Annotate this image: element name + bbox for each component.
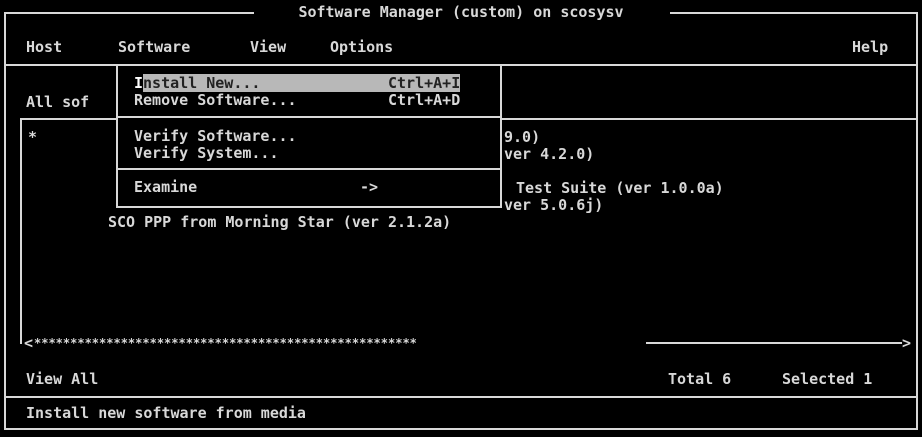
menu-separator: [118, 116, 500, 118]
frame-right: [916, 12, 918, 430]
menu-software[interactable]: Software: [118, 39, 190, 56]
menu-item-examine[interactable]: Examine ->: [134, 178, 494, 196]
verify-system-label: Verify System...: [134, 144, 279, 162]
hint-text: Install new software from media: [26, 404, 306, 422]
listbox-left: [20, 118, 22, 344]
menu-separator: [118, 168, 500, 170]
list-row[interactable]: ver 4.2.0): [504, 146, 594, 163]
menu-host[interactable]: Host: [26, 39, 62, 56]
list-row[interactable]: ver 5.0.6j): [504, 197, 603, 214]
menu-help[interactable]: Help: [852, 39, 888, 56]
frame-bottom: [4, 428, 918, 430]
menu-item-verify-software[interactable]: Verify Software...: [134, 127, 494, 145]
examine-label: Examine: [134, 178, 198, 196]
install-new-label: nstall New...: [143, 74, 391, 92]
menu-item-verify-system[interactable]: Verify System...: [134, 144, 494, 162]
menu-options[interactable]: Options: [330, 39, 393, 56]
selected-count: Selected 1: [782, 370, 873, 388]
menu-view[interactable]: View: [250, 39, 286, 56]
remove-shortcut: Ctrl+A+D: [388, 91, 461, 109]
scroll-left-arrow[interactable]: <: [24, 335, 33, 352]
scroll-track[interactable]: ****************************************…: [34, 335, 417, 352]
install-shortcut: Ctrl+A+I: [388, 74, 461, 92]
menu-item-remove-software[interactable]: Remove Software... Ctrl+A+D: [134, 91, 494, 109]
menu-item-install-new[interactable]: Install New... Ctrl+A+I: [134, 74, 494, 92]
list-heading: All sof: [26, 93, 90, 111]
status-divider: [4, 396, 918, 398]
list-marker: *: [28, 128, 38, 146]
list-row[interactable]: 9.0): [504, 129, 540, 146]
total-count: Total 6: [668, 370, 732, 388]
view-filter: View All: [26, 370, 99, 388]
window-title: Software Manager (custom) on scosysv: [0, 3, 922, 21]
frame-left: [4, 12, 6, 430]
verify-software-label: Verify Software...: [134, 127, 297, 145]
scroll-right-arrow[interactable]: >: [902, 335, 911, 352]
list-row[interactable]: Test Suite (ver 1.0.0a): [516, 180, 724, 197]
software-dropdown: Install New... Ctrl+A+I Remove Software.…: [116, 64, 502, 208]
submenu-arrow-icon: ->: [360, 178, 379, 196]
remove-label: Remove Software...: [134, 91, 297, 109]
scroll-track-rest: [646, 342, 902, 344]
mnemonic-i: I: [134, 74, 144, 92]
list-row[interactable]: SCO PPP from Morning Star (ver 2.1.2a): [108, 214, 451, 231]
